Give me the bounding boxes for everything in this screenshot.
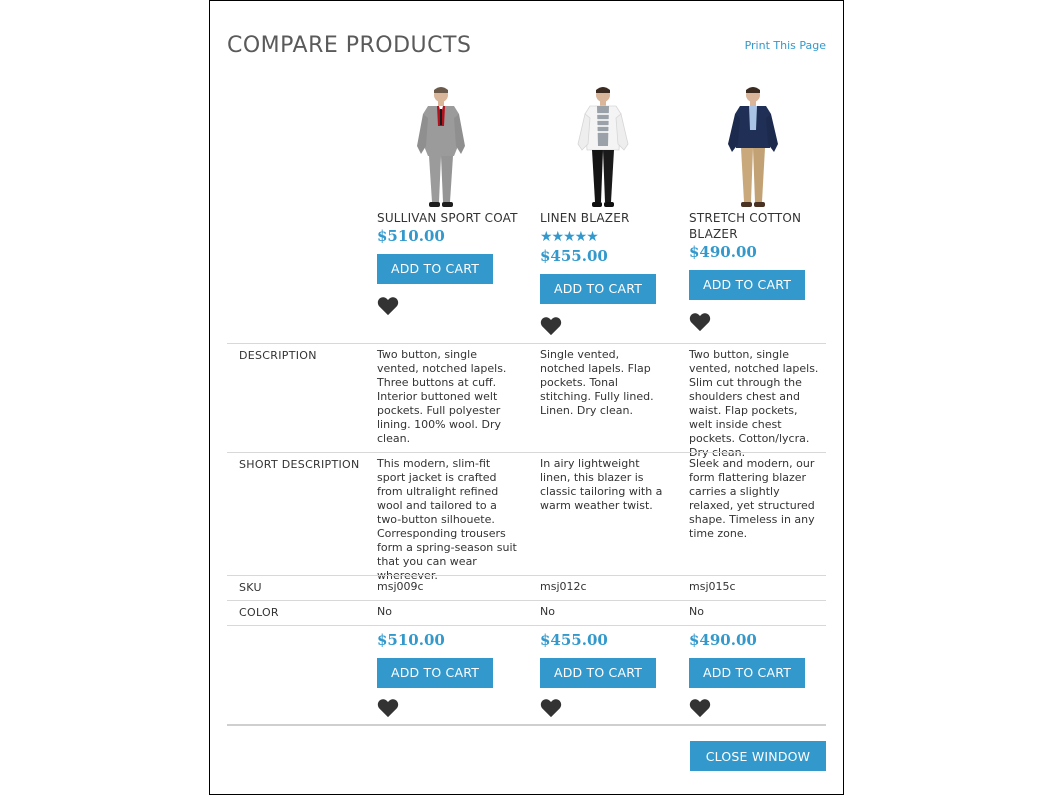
add-to-cart-button[interactable]: ADD TO CART [377, 658, 493, 688]
color-cell: No [540, 605, 555, 618]
row-divider [227, 600, 826, 601]
add-to-cart-button[interactable]: ADD TO CART [540, 274, 656, 304]
add-to-cart-button[interactable]: ADD TO CART [689, 270, 805, 300]
short-description-cell: Sleek and modern, our form flattering bl… [689, 457, 815, 540]
product-name[interactable]: LINEN BLAZER [540, 210, 690, 226]
description-cell: Two button, single vented, notched lapel… [689, 348, 819, 459]
add-to-cart-button[interactable]: ADD TO CART [540, 658, 656, 688]
color-cell: No [377, 605, 392, 618]
product-name[interactable]: SULLIVAN SPORT COAT [377, 210, 527, 226]
rating-stars: ★★★★★ [540, 229, 599, 245]
heart-icon[interactable] [377, 698, 399, 718]
print-page-link[interactable]: Print This Page [745, 39, 826, 52]
description-cell: Single vented, notched lapels. Flap pock… [540, 348, 654, 417]
add-to-cart-button[interactable]: ADD TO CART [377, 254, 493, 284]
row-label-color: COLOR [239, 606, 279, 619]
grey-suit-illustration [399, 84, 483, 210]
sku-cell: msj015c [689, 580, 736, 593]
product-column-3: STRETCH COTTON BLAZER $490.00 ADD TO CAR… [689, 84, 839, 332]
short-description-cell: This modern, slim-fit sport jacket is cr… [377, 457, 517, 582]
short-description-cell: In airy lightweight linen, this blazer i… [540, 457, 663, 512]
heart-icon[interactable] [689, 698, 711, 718]
product-price: $510.00 [377, 631, 445, 649]
row-divider [227, 452, 826, 453]
sku-cell: msj009c [377, 580, 424, 593]
sku-cell: msj012c [540, 580, 587, 593]
product-price: $490.00 [689, 243, 757, 261]
product-price: $490.00 [689, 631, 757, 649]
product-price: $455.00 [540, 631, 608, 649]
row-divider [227, 343, 826, 344]
row-divider [227, 625, 826, 626]
product-column-2: LINEN BLAZER ★★★★★ $455.00 ADD TO CART [540, 84, 690, 336]
product-image-stretch-cotton-blazer[interactable] [711, 84, 795, 210]
heart-icon[interactable] [377, 296, 399, 316]
row-label-short-description: SHORT DESCRIPTION [239, 458, 360, 471]
row-divider [227, 575, 826, 576]
product-name[interactable]: STRETCH COTTON BLAZER [689, 210, 839, 242]
table-bottom-divider [227, 724, 826, 726]
bottom-product-3: $490.00 ADD TO CART [689, 631, 839, 718]
bottom-product-1: $510.00 ADD TO CART [377, 631, 527, 718]
product-image-linen-blazer[interactable] [561, 84, 645, 210]
row-label-description: DESCRIPTION [239, 349, 317, 362]
navy-blazer-illustration [711, 84, 795, 210]
product-price: $510.00 [377, 227, 445, 245]
heart-icon[interactable] [540, 316, 562, 336]
bottom-product-2: $455.00 ADD TO CART [540, 631, 690, 718]
product-price: $455.00 [540, 247, 608, 265]
page-title: COMPARE PRODUCTS [227, 33, 472, 58]
description-cell: Two button, single vented, notched lapel… [377, 348, 507, 445]
row-label-sku: SKU [239, 581, 262, 594]
product-image-sullivan-sport-coat[interactable] [399, 84, 483, 210]
heart-icon[interactable] [540, 698, 562, 718]
compare-products-window: COMPARE PRODUCTS Print This Page SULLIVA… [209, 0, 844, 795]
color-cell: No [689, 605, 704, 618]
white-blazer-illustration [561, 84, 645, 210]
close-window-button[interactable]: CLOSE WINDOW [690, 741, 826, 771]
heart-icon[interactable] [689, 312, 711, 332]
add-to-cart-button[interactable]: ADD TO CART [689, 658, 805, 688]
product-column-1: SULLIVAN SPORT COAT $510.00 ADD TO CART [377, 84, 527, 316]
